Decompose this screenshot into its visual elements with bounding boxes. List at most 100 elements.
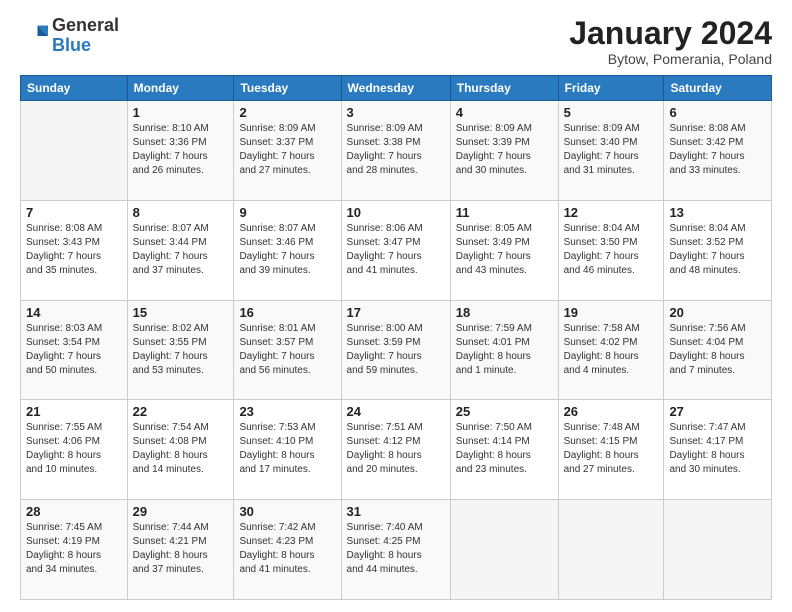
weekday-header-tuesday: Tuesday	[234, 76, 341, 101]
calendar-cell: 29Sunrise: 7:44 AM Sunset: 4:21 PM Dayli…	[127, 500, 234, 600]
day-number: 16	[239, 305, 335, 320]
day-number: 19	[564, 305, 659, 320]
day-number: 11	[456, 205, 553, 220]
day-number: 25	[456, 404, 553, 419]
day-number: 5	[564, 105, 659, 120]
day-number: 9	[239, 205, 335, 220]
day-detail: Sunrise: 8:07 AM Sunset: 3:44 PM Dayligh…	[133, 222, 229, 278]
weekday-header-monday: Monday	[127, 76, 234, 101]
calendar-cell: 19 Sunrise: 7:58 AM Sunset: 4:02 PM Dayli…	[558, 300, 664, 400]
day-number: 22	[133, 404, 229, 419]
day-number: 15	[133, 305, 229, 320]
logo-blue-text: Blue	[52, 35, 91, 55]
calendar-cell: 23 Sunrise: 7:53 AM Sunset: 4:10 PM Dayli…	[234, 400, 341, 500]
calendar-cell: 20 Sunrise: 7:56 AM Sunset: 4:04 PM Dayli…	[664, 300, 772, 400]
calendar-cell: 27Sunrise: 7:47 AM Sunset: 4:17 PM Dayli…	[664, 400, 772, 500]
day-detail: Sunrise: 7:48 AM Sunset: 4:15 PM Dayligh…	[564, 421, 659, 477]
calendar-cell: 8 Sunrise: 8:07 AM Sunset: 3:44 PM Daylig…	[127, 200, 234, 300]
header: General Blue January 2024 Bytow, Pomeran…	[20, 16, 772, 67]
day-detail: Sunrise: 7:50 AM Sunset: 4:14 PM Dayligh…	[456, 421, 553, 477]
day-number: 21	[26, 404, 122, 419]
day-number: 23	[239, 404, 335, 419]
day-detail: Sunrise: 8:00 AM Sunset: 3:59 PM Dayligh…	[347, 322, 445, 378]
calendar-cell: 3 Sunrise: 8:09 AM Sunset: 3:38 PM Daylig…	[341, 101, 450, 201]
calendar-table: SundayMondayTuesdayWednesdayThursdayFrid…	[20, 75, 772, 600]
day-number: 17	[347, 305, 445, 320]
day-number: 18	[456, 305, 553, 320]
calendar-cell	[450, 500, 558, 600]
day-detail: Sunrise: 7:40 AM Sunset: 4:25 PM Dayligh…	[347, 521, 445, 577]
logo-general-text: General	[52, 15, 119, 35]
calendar-cell: 4 Sunrise: 8:09 AM Sunset: 3:39 PM Daylig…	[450, 101, 558, 201]
day-detail: Sunrise: 8:10 AM Sunset: 3:36 PM Dayligh…	[133, 122, 229, 178]
weekday-header-friday: Friday	[558, 76, 664, 101]
calendar-cell: 2Sunrise: 8:09 AM Sunset: 3:37 PM Daylig…	[234, 101, 341, 201]
day-detail: Sunrise: 7:47 AM Sunset: 4:17 PM Dayligh…	[669, 421, 766, 477]
calendar-week-row: 21 Sunrise: 7:55 AM Sunset: 4:06 PM Dayli…	[21, 400, 772, 500]
day-detail: Sunrise: 8:07 AM Sunset: 3:46 PM Dayligh…	[239, 222, 335, 278]
weekday-header-sunday: Sunday	[21, 76, 128, 101]
day-number: 10	[347, 205, 445, 220]
day-detail: Sunrise: 7:58 AM Sunset: 4:02 PM Dayligh…	[564, 322, 659, 378]
day-detail: Sunrise: 7:55 AM Sunset: 4:06 PM Dayligh…	[26, 421, 122, 477]
day-number: 13	[669, 205, 766, 220]
logo: General Blue	[20, 16, 119, 56]
calendar-cell: 1 Sunrise: 8:10 AM Sunset: 3:36 PM Daylig…	[127, 101, 234, 201]
day-detail: Sunrise: 8:04 AM Sunset: 3:50 PM Dayligh…	[564, 222, 659, 278]
day-number: 3	[347, 105, 445, 120]
calendar-week-row: 14Sunrise: 8:03 AM Sunset: 3:54 PM Dayli…	[21, 300, 772, 400]
calendar-cell: 10 Sunrise: 8:06 AM Sunset: 3:47 PM Dayli…	[341, 200, 450, 300]
day-number: 2	[239, 105, 335, 120]
day-detail: Sunrise: 7:42 AM Sunset: 4:23 PM Dayligh…	[239, 521, 335, 577]
calendar-cell: 12Sunrise: 8:04 AM Sunset: 3:50 PM Dayli…	[558, 200, 664, 300]
day-detail: Sunrise: 7:59 AM Sunset: 4:01 PM Dayligh…	[456, 322, 553, 378]
day-number: 6	[669, 105, 766, 120]
weekday-header-row: SundayMondayTuesdayWednesdayThursdayFrid…	[21, 76, 772, 101]
calendar-cell	[558, 500, 664, 600]
day-detail: Sunrise: 8:04 AM Sunset: 3:52 PM Dayligh…	[669, 222, 766, 278]
calendar-cell: 22 Sunrise: 7:54 AM Sunset: 4:08 PM Dayli…	[127, 400, 234, 500]
day-detail: Sunrise: 7:54 AM Sunset: 4:08 PM Dayligh…	[133, 421, 229, 477]
calendar-cell: 6Sunrise: 8:08 AM Sunset: 3:42 PM Daylig…	[664, 101, 772, 201]
day-number: 7	[26, 205, 122, 220]
day-detail: Sunrise: 7:45 AM Sunset: 4:19 PM Dayligh…	[26, 521, 122, 577]
calendar-cell: 24Sunrise: 7:51 AM Sunset: 4:12 PM Dayli…	[341, 400, 450, 500]
calendar-cell: 18 Sunrise: 7:59 AM Sunset: 4:01 PM Dayli…	[450, 300, 558, 400]
day-detail: Sunrise: 8:09 AM Sunset: 3:40 PM Dayligh…	[564, 122, 659, 178]
day-number: 26	[564, 404, 659, 419]
day-number: 8	[133, 205, 229, 220]
day-number: 30	[239, 504, 335, 519]
weekday-header-saturday: Saturday	[664, 76, 772, 101]
day-number: 28	[26, 504, 122, 519]
calendar-cell: 31Sunrise: 7:40 AM Sunset: 4:25 PM Dayli…	[341, 500, 450, 600]
logo-icon	[20, 22, 48, 50]
title-block: January 2024 Bytow, Pomerania, Poland	[569, 16, 772, 67]
page: General Blue January 2024 Bytow, Pomeran…	[0, 0, 792, 612]
calendar-cell: 28 Sunrise: 7:45 AM Sunset: 4:19 PM Dayli…	[21, 500, 128, 600]
calendar-cell: 30 Sunrise: 7:42 AM Sunset: 4:23 PM Dayli…	[234, 500, 341, 600]
day-detail: Sunrise: 8:02 AM Sunset: 3:55 PM Dayligh…	[133, 322, 229, 378]
calendar-cell: 13 Sunrise: 8:04 AM Sunset: 3:52 PM Dayli…	[664, 200, 772, 300]
calendar-cell: 17 Sunrise: 8:00 AM Sunset: 3:59 PM Dayli…	[341, 300, 450, 400]
day-detail: Sunrise: 7:53 AM Sunset: 4:10 PM Dayligh…	[239, 421, 335, 477]
calendar-week-row: 28 Sunrise: 7:45 AM Sunset: 4:19 PM Dayli…	[21, 500, 772, 600]
day-number: 20	[669, 305, 766, 320]
calendar-cell: 21 Sunrise: 7:55 AM Sunset: 4:06 PM Dayli…	[21, 400, 128, 500]
calendar-cell: 15 Sunrise: 8:02 AM Sunset: 3:55 PM Dayli…	[127, 300, 234, 400]
day-detail: Sunrise: 8:06 AM Sunset: 3:47 PM Dayligh…	[347, 222, 445, 278]
day-number: 4	[456, 105, 553, 120]
day-detail: Sunrise: 7:44 AM Sunset: 4:21 PM Dayligh…	[133, 521, 229, 577]
day-number: 24	[347, 404, 445, 419]
day-detail: Sunrise: 7:56 AM Sunset: 4:04 PM Dayligh…	[669, 322, 766, 378]
logo-text: General Blue	[52, 16, 119, 56]
day-detail: Sunrise: 8:09 AM Sunset: 3:38 PM Dayligh…	[347, 122, 445, 178]
day-detail: Sunrise: 8:09 AM Sunset: 3:39 PM Dayligh…	[456, 122, 553, 178]
weekday-header-thursday: Thursday	[450, 76, 558, 101]
calendar-cell: 7 Sunrise: 8:08 AM Sunset: 3:43 PM Daylig…	[21, 200, 128, 300]
month-title: January 2024	[569, 16, 772, 51]
calendar-cell: 11Sunrise: 8:05 AM Sunset: 3:49 PM Dayli…	[450, 200, 558, 300]
weekday-header-wednesday: Wednesday	[341, 76, 450, 101]
day-detail: Sunrise: 8:08 AM Sunset: 3:43 PM Dayligh…	[26, 222, 122, 278]
day-number: 1	[133, 105, 229, 120]
calendar-cell: 9 Sunrise: 8:07 AM Sunset: 3:46 PM Daylig…	[234, 200, 341, 300]
